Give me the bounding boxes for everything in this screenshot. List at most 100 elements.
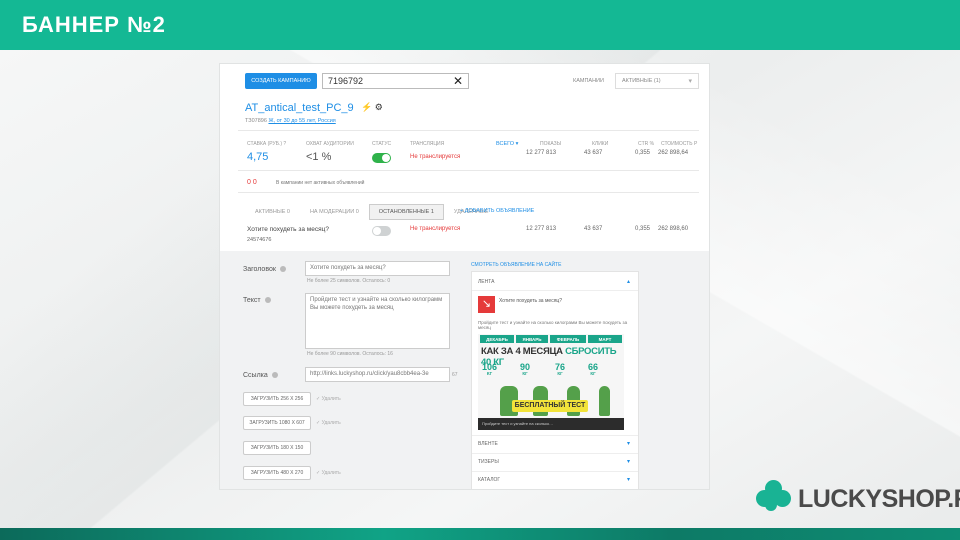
campaign-filter-label: КАМПАНИИ [573,78,604,84]
preview-ad-title: Хотите похудеть за месяц? [499,298,563,304]
broadcast-status: Не транслируется [410,154,461,160]
text-hint: Не более 90 символов. Осталось: 16 [307,351,393,357]
search-input[interactable]: 7196792 ✕ [322,73,469,89]
add-ad-button[interactable]: + ДОБАВИТЬ ОБЪЯВЛЕНИЕ [460,208,534,214]
bid-label: СТАВКА (РУБ.) ? [247,141,287,147]
ad-broadcast-status: Не транслируется [410,226,461,232]
notice-counter: 0 0 [247,179,257,186]
upload-180-button[interactable]: ЗАГРУЗИТЬ 180 Х 150 [243,441,311,455]
slide-title: БАННЕР №2 [22,12,166,37]
campaign-filter-select[interactable]: АКТИВНЫЕ (1) [615,73,699,89]
divider [238,130,699,131]
chevron-down-icon[interactable]: ▾ [627,458,630,465]
banner-footer: Пройдите тест и узнайте на сколько… [478,418,624,430]
headline-input[interactable]: Хотите похудеть за месяц? [305,261,450,276]
link-char-count: 67 [452,372,458,378]
divider [472,435,638,436]
divider [472,290,638,291]
preview-section-vlente[interactable]: ВЛЕНТЕ [478,441,498,447]
campaign-targeting-link[interactable]: Ж, от 30 до 55 лет, Россия [268,118,335,124]
tab-active[interactable]: АКТИВНЫЕ 0 [245,204,300,220]
delete-256-checkbox[interactable]: ✓ Удалить [316,396,341,402]
headline-field-label: Заголовок [243,266,286,273]
tab-moderation[interactable]: НА МОДЕРАЦИИ 0 [300,204,369,220]
shows-label: ПОКАЗЫ [540,141,562,147]
banner-weight: 76 КГ [555,362,566,376]
preview-section-feed[interactable]: ЛЕНТА [478,279,494,285]
divider [238,192,699,193]
slide-footer-bar [0,528,960,540]
status-label: СТАТУС [372,141,392,147]
banner-month: ЯНВАРЬ [516,335,548,343]
link-input[interactable]: http://links.luckyshop.ru/click/yau8cbb4… [305,367,450,382]
clover-icon [752,476,795,518]
upload-256-button[interactable]: ЗАГРУЗИТЬ 256 Х 256 [243,392,311,406]
cost-value: 262 898,64 [658,150,689,156]
reach-value: <1 % [306,151,332,163]
chevron-down-icon[interactable]: ▾ [627,476,630,483]
banner-weight: 90 КГ [520,362,531,376]
campaign-subtitle: ТЗ07896 Ж, от 30 до 55 лет, Россия [245,118,336,124]
campaign-action-icons[interactable]: ⚡ ⚙ [361,102,383,113]
ad-thumbnail-arrow-icon: ↘ [478,296,495,313]
upload-1080-button[interactable]: ЗАГРУЗИТЬ 1080 Х 607 [243,416,311,430]
shows-value: 12 277 813 [526,150,557,156]
banner-figure [599,386,610,416]
slide-header: БАННЕР №2 [0,0,960,50]
bid-value[interactable]: 4,75 [247,151,268,163]
text-textarea[interactable]: Пройдите тест и узнайте на сколько килог… [305,293,450,349]
clicks-label: КЛИКИ [592,141,609,147]
cost-label: СТОИМОСТЬ Р [661,141,698,147]
link-field-label: Ссылка [243,372,278,379]
upload-480-button[interactable]: ЗАГРУЗИТЬ 480 Х 270 [243,466,311,480]
notice-text: В кампании нет активных объявлений [276,180,365,186]
brand-logo: LUCKYSHOP.RU [752,476,960,518]
banner-cta: БЕСПЛАТНЫЙ ТЕСТ [512,400,588,412]
ad-preview: ЛЕНТА ▴ ↘ Хотите похудеть за месяц? Прой… [471,271,639,489]
tab-stopped[interactable]: ОСТАНОВЛЕННЫЕ 1 [368,204,444,220]
ad-row-id: 24574676 [247,237,272,243]
banner-weight: 106 КГ [482,362,498,376]
info-icon[interactable] [271,372,278,379]
ads-dashboard-screenshot: СОЗДАТЬ КАМПАНИЮ 7196792 ✕ КАМПАНИИ АКТИ… [219,63,710,490]
search-value: 7196792 [328,76,364,86]
info-icon[interactable] [264,297,271,304]
ad-ctr: 0,355 [635,226,651,232]
reach-label: ОХВАТ АУДИТОРИИ [306,141,354,147]
clicks-value: 43 637 [584,150,603,156]
banner-month: ДЕКАБРЬ [480,335,514,343]
chevron-up-icon[interactable]: ▴ [627,278,630,285]
divider [472,471,638,472]
preview-ad-text: Пройдите тест и узнайте на сколько килог… [478,320,628,331]
divider [472,453,638,454]
banner-month: ФЕВРАЛЬ [550,335,586,343]
chevron-down-icon[interactable]: ▾ [627,440,630,447]
campaign-id: ТЗ07896 [245,118,267,124]
campaign-name-link[interactable]: AT_antical_test_PC_9 [245,102,354,114]
ad-shows: 12 277 813 [526,226,557,232]
create-campaign-button[interactable]: СОЗДАТЬ КАМПАНИЮ [245,73,317,89]
headline-hint: Не более 25 символов. Осталось: 0 [307,278,391,284]
ctr-value: 0,355 [635,150,651,156]
delete-480-checkbox[interactable]: ✓ Удалить [316,470,341,476]
banner-weight: 66 КГ [588,362,599,376]
preview-on-site-link[interactable]: СМОТРЕТЬ ОБЪЯВЛЕНИЕ НА САЙТЕ [471,262,561,268]
campaign-status-toggle[interactable] [372,153,391,163]
banner-headline: КАК ЗА 4 МЕСЯЦА СБРОСИТЬ 40 КГ [481,346,617,368]
preview-section-teasers[interactable]: ТИЗЕРЫ [478,459,499,465]
broadcast-label: ТРАНСЛЯЦИЯ [410,141,445,147]
clear-search-icon[interactable]: ✕ [453,74,463,88]
ad-banner-image: ДЕКАБРЬ ЯНВАРЬ ФЕВРАЛЬ МАРТ КАК ЗА 4 МЕС… [478,334,624,430]
ad-clicks: 43 637 [584,226,603,232]
divider [238,170,699,171]
delete-1080-checkbox[interactable]: ✓ Удалить [316,420,341,426]
ctr-label: CTR % [638,141,655,147]
ad-row-title[interactable]: Хотите похудеть за месяц? [247,226,329,233]
text-field-label: Текст [243,297,271,304]
brand-name: LUCKYSHOP.RU [798,484,960,513]
ad-status-toggle[interactable] [372,226,391,236]
period-dropdown[interactable]: ВСЕГО ▾ [496,141,518,147]
banner-month: МАРТ [588,335,622,343]
preview-section-catalog[interactable]: КАТАЛОГ [478,477,500,483]
info-icon[interactable] [279,266,286,273]
